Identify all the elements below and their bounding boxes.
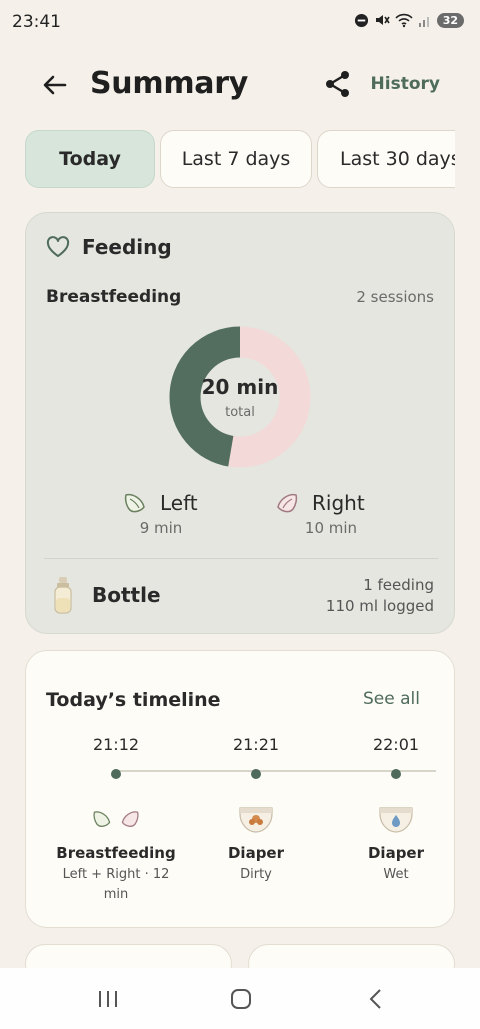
heart-icon bbox=[46, 236, 70, 257]
event-name: Diaper bbox=[367, 844, 425, 862]
feeding-title: Feeding bbox=[82, 235, 172, 259]
breastfeeding-label: Breastfeeding bbox=[46, 287, 182, 307]
feeding-header: Feeding bbox=[46, 235, 172, 259]
right-minutes: 10 min bbox=[304, 519, 358, 537]
recent-apps-icon bbox=[99, 991, 117, 1007]
see-all-link[interactable]: See all bbox=[363, 689, 420, 709]
recent-apps-button[interactable] bbox=[93, 986, 123, 1012]
diaper-dirty-icon bbox=[186, 804, 326, 834]
history-link[interactable]: History bbox=[371, 74, 440, 94]
event-name: Diaper bbox=[227, 844, 285, 862]
timeline-card: Today’s timeline See all 21:12 Breastfee… bbox=[25, 650, 455, 928]
event-name: Breastfeeding bbox=[56, 844, 176, 862]
system-nav-bar bbox=[0, 968, 480, 1029]
bottle-count: 1 feeding bbox=[363, 576, 434, 594]
event-time: 21:21 bbox=[232, 735, 280, 754]
tab-today[interactable]: Today bbox=[25, 130, 155, 188]
status-bar: 23:41 32 bbox=[0, 0, 480, 44]
mute-icon bbox=[375, 15, 390, 25]
bottle-label: Bottle bbox=[92, 583, 161, 607]
home-icon bbox=[231, 989, 251, 1009]
chevron-left-icon bbox=[369, 989, 381, 1009]
donut-center: 20 min total bbox=[169, 326, 311, 468]
sessions-count: 2 sessions bbox=[356, 288, 434, 306]
battery-level: 32 bbox=[436, 12, 464, 28]
right-label: Right bbox=[312, 491, 365, 515]
event-time: 21:12 bbox=[92, 735, 140, 754]
event-detail: Wet bbox=[383, 867, 409, 882]
breast-pair-icon bbox=[46, 804, 186, 834]
bottle-meta: 1 feeding 110 ml logged bbox=[326, 575, 434, 617]
timeline-title: Today’s timeline bbox=[46, 689, 221, 711]
event-detail: Dirty bbox=[240, 867, 272, 882]
bottle-icon bbox=[54, 577, 72, 614]
timeline-event[interactable]: 22:01 Diaper Wet bbox=[326, 735, 466, 885]
diaper-wet-icon bbox=[326, 804, 466, 834]
status-icons: 32 bbox=[354, 12, 464, 28]
left-label: Left bbox=[160, 491, 198, 515]
header: Summary History bbox=[0, 56, 480, 112]
left-breast-icon bbox=[124, 493, 145, 513]
wifi-icon bbox=[395, 13, 413, 28]
feeding-card[interactable]: Feeding Breastfeeding 2 sessions 20 min … bbox=[25, 212, 455, 634]
right-side-stat: Right 10 min bbox=[274, 491, 414, 537]
timeline-event[interactable]: 21:12 Breastfeeding Left + Right · 12 mi… bbox=[46, 735, 186, 905]
do-not-disturb-icon bbox=[354, 13, 368, 27]
range-tabs: Today Last 7 days Last 30 days bbox=[25, 128, 455, 190]
tab-last-30-days[interactable]: Last 30 days bbox=[317, 130, 455, 188]
event-dot bbox=[391, 769, 401, 779]
back-button[interactable] bbox=[40, 70, 70, 100]
breastfeeding-donut: 20 min total bbox=[169, 326, 311, 468]
share-icon bbox=[326, 71, 349, 97]
divider bbox=[44, 558, 438, 559]
status-time: 23:41 bbox=[12, 12, 61, 32]
tab-last-7-days[interactable]: Last 7 days bbox=[160, 130, 312, 188]
event-detail: Left + Right · 12 min bbox=[62, 867, 170, 902]
signal-icon bbox=[418, 17, 429, 27]
event-time: 22:01 bbox=[372, 735, 420, 754]
total-caption: total bbox=[225, 404, 255, 420]
left-side-stat: Left 9 min bbox=[122, 491, 262, 537]
back-nav-button[interactable] bbox=[361, 986, 391, 1012]
bottle-amount: 110 ml logged bbox=[325, 597, 434, 615]
page-title: Summary bbox=[90, 66, 248, 101]
timeline-event[interactable]: 21:21 Diaper Dirty bbox=[186, 735, 326, 885]
home-button[interactable] bbox=[226, 986, 256, 1012]
share-button[interactable] bbox=[322, 68, 354, 100]
left-minutes: 9 min bbox=[139, 519, 183, 537]
arrow-left-icon bbox=[43, 75, 67, 95]
total-value: 20 min bbox=[201, 374, 279, 399]
event-dot bbox=[251, 769, 261, 779]
event-dot bbox=[111, 769, 121, 779]
right-breast-icon bbox=[277, 493, 298, 513]
